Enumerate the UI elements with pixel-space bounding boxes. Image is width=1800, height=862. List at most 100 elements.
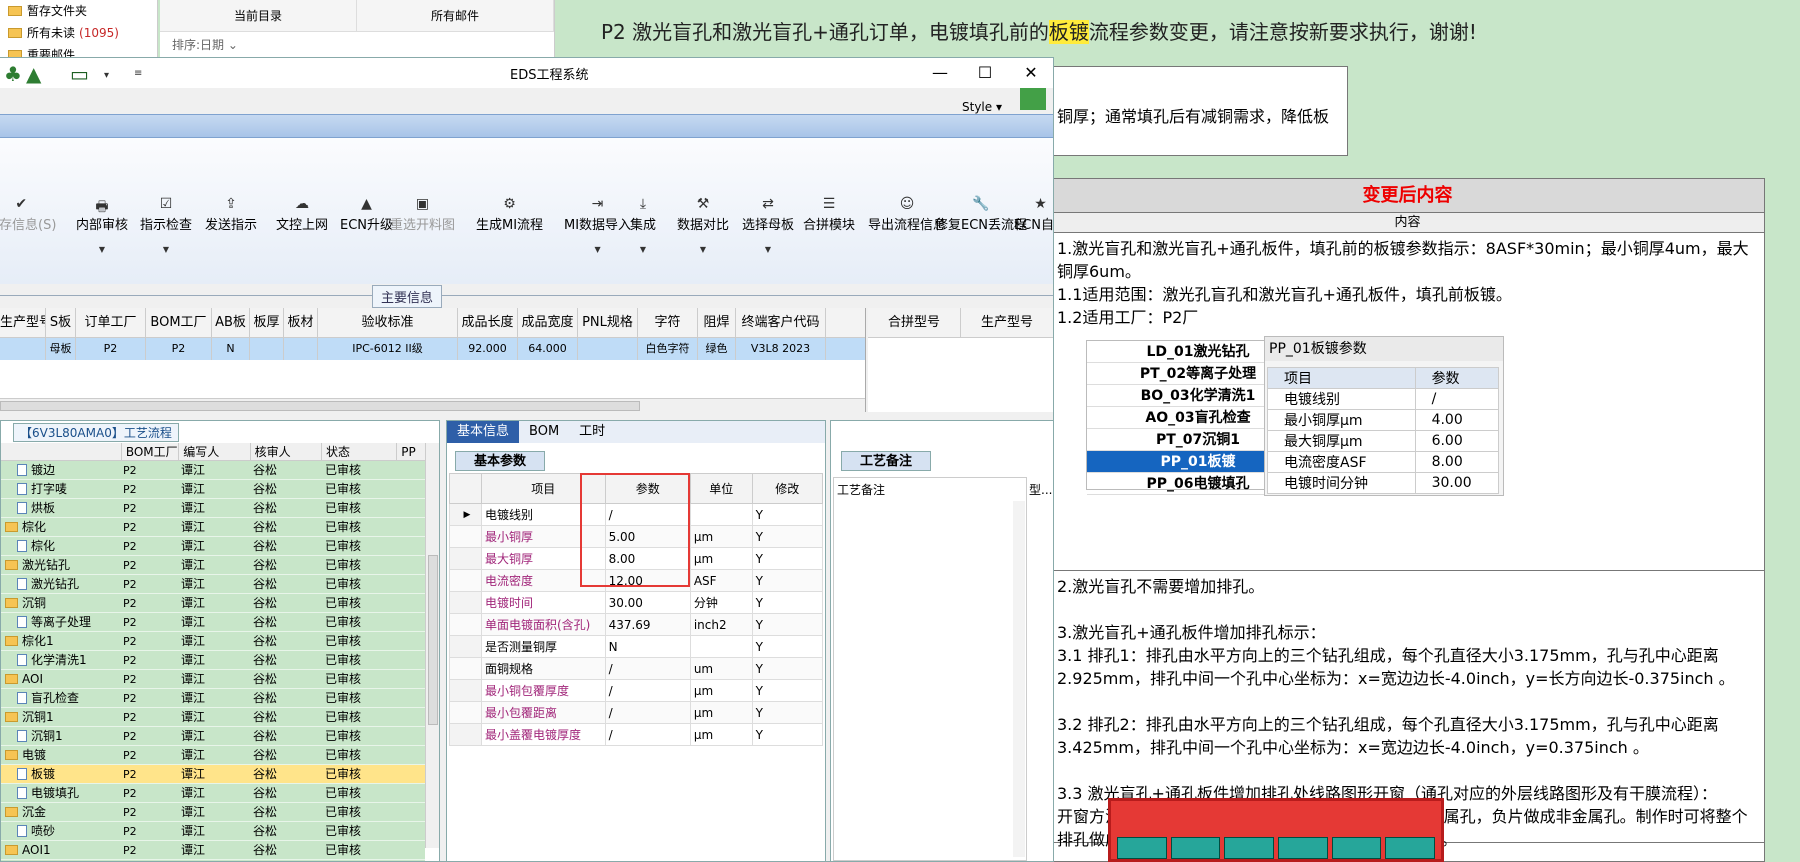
tab-current-folder[interactable]: 当前目录 — [160, 0, 357, 31]
process-name: 沉金 — [22, 805, 47, 819]
table-row[interactable]: 最小铜包覆厚度 / μm Y — [449, 679, 824, 702]
ribbon-button[interactable]: ⤓ 集成 ▼ — [630, 196, 656, 254]
doc-header: 变更后内容 — [1051, 179, 1764, 213]
param-value[interactable]: / — [604, 701, 691, 724]
table-row[interactable]: 烘板 P2 谭江 谷松 已审核 — [1, 499, 425, 518]
ribbon-button[interactable]: ▲ ECN升级 — [340, 196, 393, 233]
table-row[interactable]: 面铜规格 / um Y — [449, 657, 824, 680]
process-name-cell: 沉金 — [1, 803, 123, 821]
column-header: 字符 — [638, 308, 698, 337]
ribbon-button[interactable]: ☁ 文控上网 — [276, 196, 328, 233]
tree-icon[interactable]: ♣ — [4, 62, 22, 86]
process-name-cell: 打字唛 — [1, 480, 123, 498]
table-row[interactable]: 电镀填孔 P2 谭江 谷松 已审核 — [1, 784, 425, 803]
doc-param-table: 项目 参数 电镀线别 / 最小铜厚μm 4.00 最大铜厚μm 6.00 电流密度ASF 8.00… — [1267, 367, 1500, 494]
folder-item[interactable]: 暂存文件夹 — [0, 0, 157, 22]
doc-param-cell: 最大铜厚μm — [1267, 430, 1416, 452]
customize-icon[interactable]: ≡ — [134, 68, 142, 79]
tab-process-remark[interactable]: 工艺备注 — [841, 451, 932, 471]
folder-item[interactable]: 所有未读 (1095) — [0, 22, 157, 44]
tab-all-mail[interactable]: 所有邮件 — [357, 0, 554, 31]
minimize-button[interactable]: — — [925, 60, 955, 86]
writer-cell: 谭江 — [181, 824, 206, 838]
main-grid-header: 生产型号S板订单工厂BOM工厂AB板板厚板材验收标准成品长度成品宽度PNL规格字… — [0, 308, 865, 338]
table-row[interactable]: 沉铜1 P2 谭江 谷松 已审核 — [1, 727, 425, 746]
ribbon-button[interactable]: ⇪ 发送指示 — [205, 196, 257, 233]
table-row[interactable]: 棕化 P2 谭江 谷松 已审核 — [1, 537, 425, 556]
table-row[interactable]: 化学清洗1 P2 谭江 谷松 已审核 — [1, 651, 425, 670]
table-row[interactable]: 沉金 P2 谭江 谷松 已审核 — [1, 803, 425, 822]
param-value[interactable]: 30.00 — [604, 591, 691, 614]
doc-previous-content: 铜厚；通常填孔后有减铜需求，降低板 — [1050, 66, 1348, 156]
table-row[interactable]: AOI P2 谭江 谷松 已审核 — [1, 670, 425, 689]
grid-icon[interactable] — [1020, 88, 1046, 110]
table-row[interactable]: 电镀时间 30.00 分钟 Y — [449, 591, 824, 614]
table-row[interactable]: 最小盖覆电镀厚度 / μm Y — [449, 723, 824, 746]
param-value[interactable]: / — [604, 679, 691, 702]
tab-basic-params[interactable]: 基本参数 — [455, 451, 546, 471]
ribbon-button[interactable]: ✔ 保存信息(S) — [0, 196, 56, 233]
chart-icon[interactable]: ▲ — [26, 62, 41, 86]
highlight-box — [580, 473, 690, 587]
maximize-button[interactable]: ☐ — [970, 60, 1000, 86]
param-value[interactable]: 437.69 — [604, 613, 691, 636]
process-name: AOI1 — [22, 843, 51, 857]
sort-dropdown[interactable]: 排序:日期 ⌄ — [160, 32, 554, 57]
ribbon-button[interactable]: 🖶 内部审核 ▼ — [76, 196, 128, 254]
table-row[interactable]: 棕化 P2 谭江 谷松 已审核 — [1, 518, 425, 537]
table-row[interactable]: 盲孔检查 P2 谭江 谷松 已审核 — [1, 689, 425, 708]
row-marker: ▶ — [449, 503, 482, 526]
table-row[interactable]: 板镀 P2 谭江 谷松 已审核 — [1, 765, 425, 784]
table-row[interactable]: 是否测量铜厚 N Y — [449, 635, 824, 658]
ribbon-button[interactable]: ⇥ MI数据导入 ▼ — [564, 196, 631, 254]
factory-cell: P2 — [123, 502, 137, 515]
ribbon-button[interactable]: ☑ 指示检查 ▼ — [140, 196, 192, 254]
monitor-icon[interactable]: ▭ — [70, 62, 89, 86]
document-icon — [17, 483, 27, 495]
vertical-scrollbar[interactable] — [1013, 501, 1025, 857]
process-name: 板镀 — [31, 767, 56, 781]
ribbon-button[interactable]: ▣ 重选开料图 — [390, 196, 455, 233]
folder-icon — [5, 807, 18, 817]
table-row[interactable]: 喷砂 P2 谭江 谷松 已审核 — [1, 822, 425, 841]
param-value[interactable]: / — [604, 657, 691, 680]
table-row[interactable]: 打字唛 P2 谭江 谷松 已审核 — [1, 480, 425, 499]
table-row[interactable]: 单面电镀面积(含孔) 437.69 inch2 Y — [449, 613, 824, 636]
tab-hours[interactable]: 工时 — [569, 421, 615, 443]
table-row[interactable]: 等离子处理 P2 谭江 谷松 已审核 — [1, 613, 425, 632]
style-menu[interactable]: Style ▾ — [962, 100, 1002, 114]
table-row[interactable]: 沉铜 P2 谭江 谷松 已审核 — [1, 594, 425, 613]
close-button[interactable]: ✕ — [1016, 60, 1046, 86]
chevron-down-icon[interactable]: ▾ — [104, 70, 109, 81]
param-value[interactable]: N — [604, 635, 691, 658]
writer-cell: 谭江 — [181, 672, 206, 686]
ribbon-button[interactable]: ⚙ 生成MI流程 — [476, 196, 543, 233]
ribbon-button[interactable]: ★ ECN自动 — [1014, 196, 1053, 233]
ribbon-button[interactable]: ☰ 合拼模块 — [803, 196, 855, 233]
ribbon-button[interactable]: ⚒ 数据对比 ▼ — [677, 196, 729, 254]
table-row[interactable]: 最小包覆距离 / μm Y — [449, 701, 824, 724]
status-cell: 已审核 — [325, 596, 362, 610]
vertical-scrollbar[interactable] — [425, 443, 439, 848]
remark-box[interactable] — [833, 477, 1027, 861]
process-flow-title: 【6V3L80AMA0】工艺流程 — [13, 423, 179, 442]
ribbon-button[interactable]: ⇄ 选择母板 ▼ — [742, 196, 794, 254]
param-value[interactable]: / — [604, 723, 691, 746]
tab-bom[interactable]: BOM — [519, 421, 569, 443]
notice-before: P2 激光盲孔和激光盲孔+通孔订单，电镀填孔前的 — [601, 20, 1049, 44]
table-row[interactable]: 棕化1 P2 谭江 谷松 已审核 — [1, 632, 425, 651]
table-row[interactable]: 沉铜1 P2 谭江 谷松 已审核 — [1, 708, 425, 727]
status-cell: 已审核 — [325, 634, 362, 648]
table-row[interactable]: 镀边 P2 谭江 谷松 已审核 — [1, 461, 425, 480]
reviewer-cell: 谷松 — [253, 615, 278, 629]
process-name: 电镀 — [22, 748, 47, 762]
table-row[interactable]: 母板 P2 P2 N IPC-6012 II级 92.000 64.000 白色字符 绿色 V3L… — [0, 338, 865, 360]
tab-basic-info[interactable]: 基本信息 — [447, 421, 520, 443]
table-row[interactable]: 电镀 P2 谭江 谷松 已审核 — [1, 746, 425, 765]
factory-cell: P2 — [123, 787, 137, 800]
chevron-down-icon: ▼ — [98, 245, 106, 254]
table-row[interactable]: 激光钻孔 P2 谭江 谷松 已审核 — [1, 556, 425, 575]
table-row[interactable]: 激光钻孔 P2 谭江 谷松 已审核 — [1, 575, 425, 594]
table-row[interactable]: AOI1 P2 谭江 谷松 已审核 — [1, 841, 425, 860]
horizontal-scrollbar[interactable] — [0, 398, 865, 412]
